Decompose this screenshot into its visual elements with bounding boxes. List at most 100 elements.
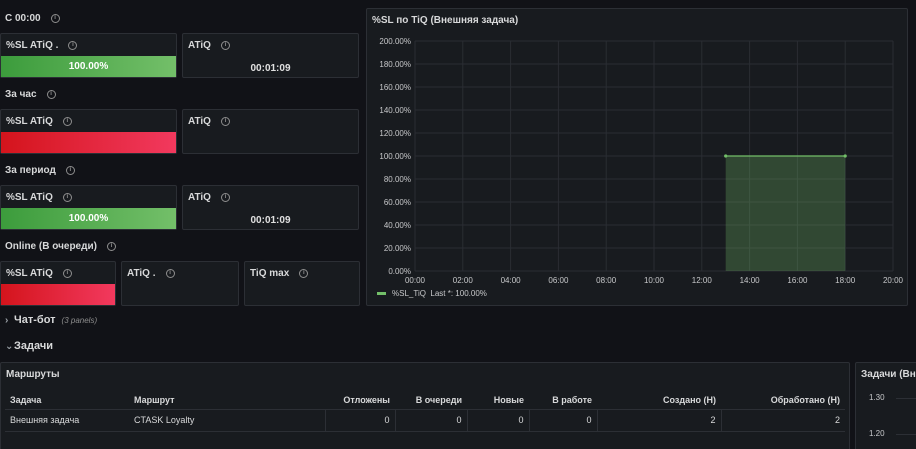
y-tick-label: 100.00%: [379, 152, 411, 161]
atiq-panel-2: ATiQ i: [182, 109, 359, 154]
tiq-max-panel: TiQ max i: [244, 261, 360, 306]
y-tick-label: 120.00%: [379, 129, 411, 138]
info-icon[interactable]: i: [220, 192, 230, 202]
panel-title: Маршруты: [6, 369, 60, 380]
sl-gauge-bar: [1, 132, 176, 153]
column-header[interactable]: Создано (Н): [597, 391, 721, 410]
x-tick-label: 00:00: [405, 276, 426, 285]
grid-line: [896, 398, 916, 399]
panel-title: Задачи (Вне: [861, 369, 916, 380]
panel-title: %SL ATiQ: [6, 268, 53, 279]
legend-last-value: Last *: 100.00%: [430, 289, 487, 298]
row-title: Задачи: [14, 340, 53, 352]
x-tick-label: 20:00: [883, 276, 904, 285]
sl-atiq-panel-3: %SL ATiQ i 100.00%: [0, 185, 177, 230]
table-cell: 2: [596, 409, 721, 432]
column-header[interactable]: Задача: [5, 391, 129, 410]
x-tick-label: 02:00: [453, 276, 474, 285]
data-point: [724, 154, 728, 158]
column-header[interactable]: Маршрут: [129, 391, 325, 410]
info-icon[interactable]: i: [106, 241, 116, 251]
y-tick-label: 1.20: [869, 429, 885, 438]
x-tick-label: 06:00: [548, 276, 569, 285]
section-title-since-midnight: С 00:00 i: [5, 13, 60, 24]
chart-legend[interactable]: %SL_TiQ Last *: 100.00%: [377, 289, 487, 298]
info-icon[interactable]: i: [65, 165, 75, 175]
grid-line: [896, 434, 916, 435]
sl-atiq-panel-1: %SL ATiQ . i 100.00%: [0, 33, 177, 78]
legend-series-name: %SL_TiQ: [392, 289, 426, 298]
atiq-value: 00:01:09: [250, 215, 291, 226]
table-cell: CTASK Loyalty: [129, 409, 325, 432]
panel-title: %SL ATiQ: [6, 116, 53, 127]
x-tick-label: 14:00: [740, 276, 761, 285]
x-tick-label: 12:00: [692, 276, 713, 285]
table-row[interactable]: Внешняя задача CTASK Loyalty 0 0 0 0 2 2: [5, 409, 845, 432]
table-cell: 0: [466, 409, 529, 432]
table-cell: Внешняя задача: [5, 409, 129, 432]
y-tick-label: 160.00%: [379, 83, 411, 92]
y-tick-label: 40.00%: [384, 221, 411, 230]
sl-gauge-bar: [1, 284, 115, 305]
atiq-panel-3: ATiQ i 00:01:09: [182, 185, 359, 230]
y-tick-label: 140.00%: [379, 106, 411, 115]
y-tick-label: 80.00%: [384, 175, 411, 184]
atiq-panel-1: ATiQ i 00:01:09: [182, 33, 359, 78]
x-tick-label: 18:00: [835, 276, 856, 285]
chevron-down-icon: ⌄: [5, 341, 14, 352]
info-icon[interactable]: i: [165, 268, 175, 278]
panel-title: ATiQ: [188, 116, 211, 127]
x-tick-label: 08:00: [596, 276, 617, 285]
info-icon[interactable]: i: [299, 268, 309, 278]
row-panel-count: (3 panels): [61, 316, 98, 325]
sl-tiq-chart[interactable]: 0.00% 20.00% 40.00% 60.00% 80.00% 100.00% 120.…: [367, 31, 907, 303]
x-tick-label: 16:00: [787, 276, 808, 285]
chevron-right-icon: ›: [5, 315, 9, 326]
table-cell: 0: [394, 409, 467, 432]
x-tick-label: 04:00: [501, 276, 522, 285]
info-icon[interactable]: i: [50, 13, 60, 23]
column-header[interactable]: Обработано (Н): [721, 391, 845, 410]
column-header[interactable]: Новые: [467, 391, 529, 410]
y-tick-label: 200.00%: [379, 37, 411, 46]
panel-title: ATiQ .: [127, 268, 156, 279]
panel-title: TiQ max: [250, 268, 290, 279]
y-tick-label: 20.00%: [384, 244, 411, 253]
table-cell: 0: [528, 409, 597, 432]
sl-atiq-panel-2: %SL ATiQ i: [0, 109, 177, 154]
legend-swatch: [377, 292, 386, 296]
y-tick-label: 60.00%: [384, 198, 411, 207]
info-icon[interactable]: i: [46, 89, 56, 99]
table-cell: 0: [324, 409, 395, 432]
y-tick-label: 1.30: [869, 393, 885, 402]
y-tick-label: 180.00%: [379, 60, 411, 69]
panel-title: ATiQ: [188, 40, 211, 51]
x-tick-label: 10:00: [644, 276, 665, 285]
sl-gauge-bar: 100.00%: [1, 208, 176, 229]
row-tasks[interactable]: ⌄Задачи: [5, 340, 53, 352]
atiq-value: 00:01:09: [250, 63, 291, 74]
atiq-panel-4: ATiQ . i: [121, 261, 239, 306]
routes-table: Задача Маршрут Отложены В очереди Новые …: [5, 391, 845, 432]
sl-atiq-panel-4: %SL ATiQ i: [0, 261, 116, 306]
row-chat-bot[interactable]: › Чат-бот (3 panels): [5, 314, 97, 326]
panel-title: %SL ATiQ .: [6, 40, 59, 51]
chart-title: %SL по TiQ (Внешняя задача): [372, 15, 519, 26]
info-icon[interactable]: i: [62, 268, 72, 278]
column-header[interactable]: В работе: [529, 391, 597, 410]
data-point: [843, 154, 847, 158]
tasks-chart-panel: Задачи (Вне 1.30 1.20: [855, 362, 916, 449]
info-icon[interactable]: i: [62, 192, 72, 202]
info-icon[interactable]: i: [62, 116, 72, 126]
y-tick-label: 0.00%: [388, 267, 411, 276]
section-title-online-queue: Online (В очереди) i: [5, 241, 116, 252]
table-cell: 2: [720, 409, 845, 432]
column-header[interactable]: В очереди: [395, 391, 467, 410]
section-title-per-period: За период i: [5, 165, 75, 176]
column-header[interactable]: Отложены: [325, 391, 395, 410]
info-icon[interactable]: i: [220, 40, 230, 50]
info-icon[interactable]: i: [220, 116, 230, 126]
routes-table-panel: Маршруты Задача Маршрут Отложены В очере…: [0, 362, 850, 449]
info-icon[interactable]: i: [68, 40, 78, 50]
panel-title: %SL ATiQ: [6, 192, 53, 203]
